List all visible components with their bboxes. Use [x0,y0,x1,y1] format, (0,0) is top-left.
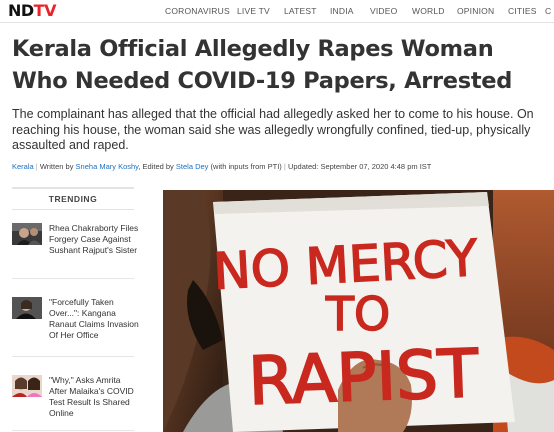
top-nav-bar: NDTV CORONAVIRUS LIVE TV LATEST INDIA VI… [0,0,554,23]
sign-line-2: TO [325,287,390,341]
byline-separator: | [35,162,38,171]
byline-inputs: (with inputs from PTI) [210,162,282,171]
trending-thumbnail[interactable] [12,297,42,319]
byline-separator-2: | [283,162,286,171]
byline: Kerala | Written by Sneha Mary Koshy, Ed… [12,162,431,171]
nav-cities[interactable]: CITIES [508,6,537,16]
nav-latest[interactable]: LATEST [284,6,317,16]
article-photo[interactable]: NO MERCY TO RAPIST [163,190,554,432]
trending-title[interactable]: "Forcefully Taken Over...": Kangana Rana… [49,297,139,341]
byline-editor[interactable]: Stela Dey [176,162,209,171]
article-headline: Kerala Official Allegedly Rapes Woman Wh… [12,36,513,94]
trending-thumbnail[interactable] [12,223,42,245]
protest-photo: NO MERCY TO RAPIST [163,190,554,432]
trending-title[interactable]: "Why," Asks Amrita After Malaika's COVID… [49,375,139,419]
byline-author[interactable]: Sneha Mary Koshy [76,162,139,171]
divider [12,278,134,279]
nav-video[interactable]: VIDEO [370,6,397,16]
nav-world[interactable]: WORLD [412,6,445,16]
byline-edited-by: , Edited by [138,162,174,171]
nav-live-tv[interactable]: LIVE TV [237,6,270,16]
main-nav: CORONAVIRUS LIVE TV LATEST INDIA VIDEO W… [0,6,554,18]
trending-sidebar: TRENDING Rhea Chakraborty Files Forgery … [12,187,139,432]
byline-location[interactable]: Kerala [12,162,34,171]
nav-india[interactable]: INDIA [330,6,354,16]
trending-thumbnail[interactable] [12,375,42,397]
article-summary: The complainant has alleged that the off… [12,107,534,152]
divider [12,430,134,431]
trending-heading: TRENDING [12,187,134,210]
nav-coronavirus[interactable]: CORONAVIRUS [165,6,230,16]
byline-written-by: Written by [39,162,74,171]
divider [12,356,134,357]
nav-opinion[interactable]: OPINION [457,6,494,16]
nav-more[interactable]: C [545,6,551,16]
sign-line-3: RAPIST [247,335,480,420]
trending-title[interactable]: Rhea Chakraborty Files Forgery Case Agai… [49,223,139,256]
byline-updated: Updated: September 07, 2020 4:48 pm IST [287,162,432,171]
